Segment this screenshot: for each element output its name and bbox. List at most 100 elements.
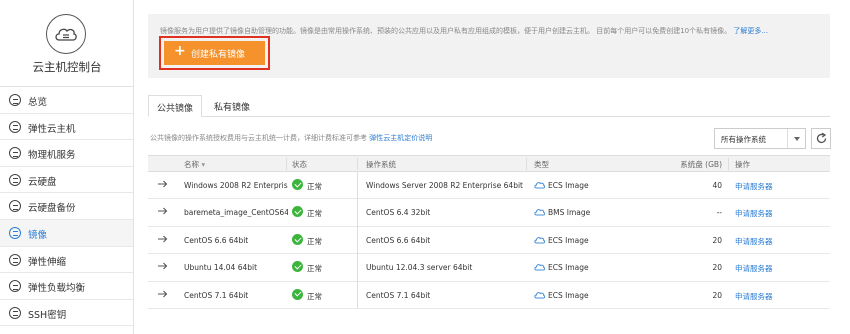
sidebar-nav: 总览弹性云主机物理机服务云硬盘云硬盘备份镜像弹性伸缩弹性负载均衡 SSH密钥	[0, 87, 133, 327]
brand: 云主机控制台	[0, 0, 133, 87]
table-row: baremeta_image_CentOS6432 正常 CentOS 6.4 32…	[148, 199, 830, 227]
system-disk-size: 20	[712, 235, 722, 245]
os-filter-value: 所有操作系统	[721, 135, 766, 144]
sidebar-item[interactable]: 物理机服务	[0, 140, 133, 167]
status-text: 正常	[307, 182, 322, 191]
cloud-console-logo-icon	[46, 14, 86, 54]
status-text: 正常	[307, 291, 322, 301]
image-type: ECS Image	[548, 235, 589, 245]
header-status: 状态	[292, 160, 307, 169]
os-filter-select[interactable]: 所有操作系统	[714, 128, 806, 149]
header-type: 类型	[534, 160, 549, 169]
apply-server-link[interactable]: 申请服务器	[735, 181, 773, 192]
status-ok-icon	[292, 179, 303, 190]
expand-arrow-icon[interactable]	[158, 207, 168, 215]
header-name[interactable]: 名称 ▾	[184, 159, 205, 170]
expand-arrow-icon[interactable]	[158, 290, 168, 298]
header-operation: 操作	[735, 160, 750, 169]
plus-icon: +	[174, 43, 186, 59]
cloud-icon	[534, 181, 546, 191]
expand-arrow-icon[interactable]	[158, 262, 168, 270]
table-row: CentOS 6.6 64bit 正常 CentOS 6.6 64bit ECS Im…	[148, 226, 830, 255]
notice-body: 镜像服务为用户提供了镜像自助管理的功能。镜像是由常用操作系统、预装的公共应用以及…	[160, 27, 732, 35]
header-disk: 系统盘 (GB)	[680, 160, 722, 169]
apply-server-link[interactable]: 申请服务器	[735, 236, 773, 247]
sidebar-item[interactable]: SSH密钥	[0, 300, 133, 327]
apply-server-link[interactable]: 申请服务器	[735, 263, 773, 274]
column-divider	[357, 199, 358, 227]
create-button-highlight: + 创建私有镜像	[159, 36, 270, 70]
tab-private-images[interactable]: 私有镜像	[206, 95, 258, 117]
column-divider	[357, 172, 358, 200]
status-ok-icon	[292, 288, 303, 300]
image-table: 名称 ▾ 状态 操作系统 类型 系统盘 (GB) 操作 Windows 2008…	[148, 155, 830, 309]
sidebar-item[interactable]: 镜像	[0, 219, 133, 247]
status-text: 正常	[307, 264, 322, 274]
autoscaling-icon	[9, 253, 21, 266]
status-ok-icon	[292, 261, 303, 273]
tab-public-images[interactable]: 公共镜像	[148, 95, 202, 117]
sort-icon: ▾	[201, 160, 206, 169]
main-content: 镜像服务为用户提供了镜像自助管理的功能。镜像是由常用操作系统、预装的公共应用以及…	[134, 0, 850, 334]
table-header: 名称 ▾ 状态 操作系统 类型 系统盘 (GB) 操作	[148, 155, 830, 172]
column-divider	[357, 226, 358, 255]
system-disk-size: 40	[712, 181, 722, 190]
table-body: Windows 2008 R2 Enterprise 64bit 正常 Window…	[148, 172, 830, 309]
sidebar: 云主机控制台 总览弹性云主机物理机服务云硬盘云硬盘备份镜像弹性伸缩弹性负载均衡 S…	[0, 0, 134, 334]
table-row: CentOS 7.1 64bit 正常 CentOS 7.1 64bit ECS Im…	[148, 281, 830, 309]
status-ok-icon	[292, 233, 303, 245]
create-private-image-button[interactable]: + 创建私有镜像	[164, 41, 265, 65]
column-divider	[357, 158, 358, 170]
description-text: 公共镜像的操作系统授权费用与云主机统一计费，详细计费标准可参考	[150, 134, 370, 142]
learn-more-link[interactable]: 了解更多...	[733, 27, 768, 35]
sidebar-item[interactable]: 云硬盘备份	[0, 193, 133, 220]
column-divider	[728, 158, 729, 170]
apply-server-link[interactable]: 申请服务器	[735, 291, 773, 302]
refresh-button[interactable]	[811, 128, 831, 149]
create-button-label: 创建私有镜像	[191, 50, 246, 60]
sidebar-item-label: 弹性伸缩	[28, 256, 67, 268]
brand-title: 云主机控制台	[32, 60, 102, 74]
disk-backup-icon	[9, 200, 21, 213]
sidebar-item[interactable]: 弹性伸缩	[0, 247, 133, 274]
sidebar-item-label: 物理机服务	[28, 150, 76, 162]
pricing-link[interactable]: 弹性云主机定价说明	[369, 134, 432, 142]
apply-server-link[interactable]: 申请服务器	[735, 208, 773, 219]
image-name: baremeta_image_CentOS6432	[184, 208, 288, 218]
header-os: 操作系统	[366, 160, 396, 169]
cloud-icon	[534, 236, 546, 246]
image-icon	[9, 226, 21, 239]
sidebar-item[interactable]: 弹性云主机	[0, 114, 133, 141]
sidebar-item[interactable]: 弹性负载均衡	[0, 273, 133, 300]
cloud-icon	[534, 208, 546, 218]
system-disk-size: 20	[712, 263, 722, 273]
ssh-key-icon	[9, 306, 21, 319]
system-disk-size: 20	[712, 290, 722, 300]
os-name: Windows Server 2008 R2 Enterprise 64bit	[366, 181, 523, 190]
image-type: ECS Image	[548, 181, 589, 190]
image-name: Windows 2008 R2 Enterprise 64bit	[184, 181, 288, 190]
os-name: CentOS 7.1 64bit	[366, 290, 431, 300]
header-name-label: 名称	[184, 160, 199, 169]
physical-server-icon	[9, 147, 21, 160]
status-text: 正常	[307, 209, 322, 219]
expand-arrow-icon[interactable]	[158, 235, 168, 243]
sidebar-item[interactable]: 云硬盘	[0, 167, 133, 194]
chevron-down-icon	[787, 129, 805, 148]
refresh-icon	[816, 132, 827, 144]
column-divider	[357, 254, 358, 282]
cloud-icon	[534, 291, 546, 301]
image-name: CentOS 6.6 64bit	[184, 235, 249, 245]
column-divider	[286, 158, 287, 170]
expand-arrow-icon[interactable]	[158, 180, 168, 188]
image-tabs: 公共镜像 私有镜像	[148, 95, 830, 117]
disk-icon	[9, 173, 21, 186]
server-icon	[9, 120, 21, 133]
sidebar-item[interactable]: 总览	[0, 87, 133, 114]
load-balancer-icon	[9, 280, 21, 293]
sidebar-item-label: 云硬盘备份	[28, 203, 76, 215]
sidebar-item-label: 镜像	[28, 229, 48, 241]
sidebar-item-label: 弹性云主机	[28, 123, 76, 135]
image-type: BMS Image	[548, 208, 591, 218]
cloud-icon	[534, 263, 546, 273]
